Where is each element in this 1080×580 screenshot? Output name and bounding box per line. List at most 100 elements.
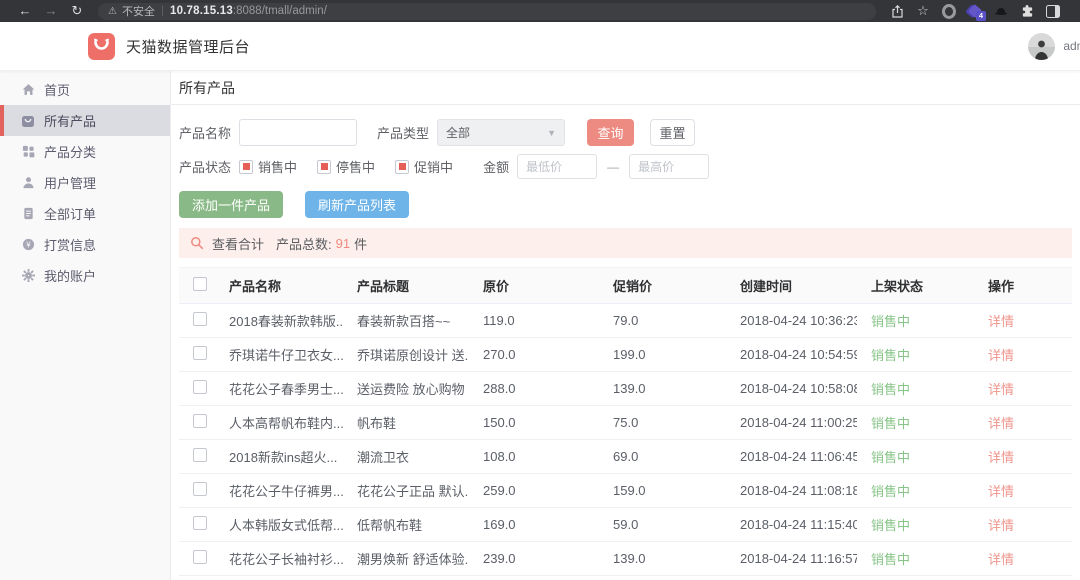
back-icon[interactable]: ←: [12, 0, 38, 22]
bag-icon: [21, 114, 35, 128]
status-badge: 销售中: [857, 304, 974, 338]
record-icon[interactable]: [942, 4, 956, 18]
app-header: 天猫数据管理后台 admin: [0, 22, 1080, 71]
status-checkbox-promo[interactable]: 促销中: [395, 157, 465, 176]
extensions-puzzle-icon[interactable]: [1020, 4, 1034, 18]
side-panel-icon[interactable]: [1046, 4, 1060, 18]
status-badge: 销售中: [857, 474, 974, 508]
table-header-row: 产品名称 产品标题 原价 促销价 创建时间 上架状态 操作: [179, 268, 1072, 304]
select-all-checkbox[interactable]: [193, 277, 207, 291]
table-row: 花花公子牛仔裤男... 花花公子正品 默认... 259.0 159.0 201…: [179, 474, 1072, 508]
sidebar-item-products[interactable]: 所有产品: [0, 105, 170, 136]
product-type-label: 产品类型: [377, 123, 429, 142]
refresh-list-button[interactable]: 刷新产品列表: [305, 191, 409, 218]
column-header: 创建时间: [726, 268, 857, 304]
extension-books-icon[interactable]: 4: [968, 4, 982, 18]
status-badge: 销售中: [857, 338, 974, 372]
detail-link[interactable]: 详情: [988, 518, 1014, 533]
row-checkbox[interactable]: [193, 482, 207, 496]
status-badge: 销售中: [857, 542, 974, 576]
status-checkbox-stopped[interactable]: 停售中: [317, 157, 387, 176]
detail-link[interactable]: 详情: [988, 314, 1014, 329]
column-header: 原价: [469, 268, 599, 304]
forward-icon[interactable]: →: [38, 0, 64, 22]
cell-product-title: 帆布鞋: [343, 406, 469, 440]
page-title: 所有产品: [171, 71, 1080, 105]
cell-promo-price: 159.0: [599, 474, 726, 508]
cell-product-name: 人本韩版女式低帮...: [215, 508, 343, 542]
row-checkbox[interactable]: [193, 380, 207, 394]
status-badge: 销售中: [857, 508, 974, 542]
detail-link[interactable]: 详情: [988, 450, 1014, 465]
cell-created-time: 2018-04-24 10:36:23: [726, 304, 857, 338]
status-checkbox-selling[interactable]: 销售中: [239, 157, 309, 176]
detail-link[interactable]: 详情: [988, 416, 1014, 431]
url-path: :8088/tmall/admin/: [233, 5, 327, 17]
svg-text:¥: ¥: [26, 240, 31, 249]
document-icon: [21, 207, 35, 221]
status-option-label: 销售中: [258, 157, 297, 176]
row-checkbox[interactable]: [193, 448, 207, 462]
product-status-label: 产品状态: [179, 157, 231, 176]
sidebar-item-categories[interactable]: 产品分类: [0, 136, 170, 167]
cell-price: 119.0: [469, 304, 599, 338]
user-menu[interactable]: admin: [1028, 33, 1080, 60]
sidebar-item-rewards[interactable]: ¥ 打赏信息: [0, 229, 170, 260]
search-button[interactable]: 查询: [587, 119, 634, 146]
sidebar-item-label: 我的账户: [44, 266, 96, 285]
cell-created-time: 2018-04-24 10:58:08: [726, 372, 857, 406]
cell-promo-price: 79.0: [599, 576, 726, 580]
row-checkbox[interactable]: [193, 346, 207, 360]
min-price-input[interactable]: [517, 154, 597, 179]
sidebar-item-orders[interactable]: 全部订单: [0, 198, 170, 229]
detail-link[interactable]: 详情: [988, 484, 1014, 499]
sidebar-item-users[interactable]: 用户管理: [0, 167, 170, 198]
product-name-label: 产品名称: [179, 123, 231, 142]
row-checkbox[interactable]: [193, 312, 207, 326]
detail-link[interactable]: 详情: [988, 552, 1014, 567]
sidebar-item-home[interactable]: 首页: [0, 74, 170, 105]
total-label: 产品总数:: [276, 234, 332, 253]
cell-promo-price: 79.0: [599, 304, 726, 338]
cell-promo-price: 139.0: [599, 372, 726, 406]
cell-price: 259.0: [469, 474, 599, 508]
cell-promo-price: 75.0: [599, 406, 726, 440]
detail-link[interactable]: 详情: [988, 348, 1014, 363]
checkbox-icon[interactable]: [317, 160, 331, 174]
table-row: 2018春装新款韩版... 春装新款百搭~~ 119.0 79.0 2018-0…: [179, 304, 1072, 338]
column-header: 产品标题: [343, 268, 469, 304]
row-checkbox[interactable]: [193, 414, 207, 428]
cell-product-title: 花花公子正品 默认...: [343, 474, 469, 508]
max-price-input[interactable]: [629, 154, 709, 179]
column-header: 操作: [974, 268, 1072, 304]
view-total-link[interactable]: 查看合计: [212, 234, 264, 253]
cell-product-title: 潮男焕新 舒适体验...: [343, 542, 469, 576]
cell-product-name: 2018新款ins超火...: [215, 440, 343, 474]
sidebar-item-account[interactable]: 我的账户: [0, 260, 170, 291]
checkbox-icon[interactable]: [239, 160, 253, 174]
address-bar[interactable]: ⚠ 不安全 10.78.15.13 :8088/tmall/admin/: [98, 3, 876, 20]
reload-icon[interactable]: ↻: [64, 0, 90, 22]
product-name-input[interactable]: [239, 119, 357, 146]
gear-icon: [21, 269, 35, 283]
hat-icon[interactable]: [994, 4, 1008, 18]
url-host: 10.78.15.13: [170, 5, 233, 17]
cell-product-name: 乔琪诺牛仔卫衣女...: [215, 338, 343, 372]
row-checkbox[interactable]: [193, 550, 207, 564]
share-icon[interactable]: [890, 4, 904, 18]
checkbox-icon[interactable]: [395, 160, 409, 174]
cell-product-name: 花花公子春季男士...: [215, 372, 343, 406]
product-type-select[interactable]: 全部 ▼: [437, 119, 565, 146]
cell-price: 142.0: [469, 576, 599, 580]
range-separator: —: [607, 160, 619, 174]
detail-link[interactable]: 详情: [988, 382, 1014, 397]
reset-button[interactable]: 重置: [650, 119, 695, 146]
column-header: 上架状态: [857, 268, 974, 304]
sidebar: 首页 所有产品 产品分类 用户管理 全部订单 ¥ 打赏信息 我的账户: [0, 71, 171, 580]
avatar[interactable]: [1028, 33, 1055, 60]
status-badge: 销售中: [857, 406, 974, 440]
add-product-button[interactable]: 添加一件产品: [179, 191, 283, 218]
row-checkbox[interactable]: [193, 516, 207, 530]
bookmark-star-icon[interactable]: ☆: [916, 4, 930, 18]
filter-panel: 产品名称 产品类型 全部 ▼ 查询 重置 产品状态 销售中 停售中: [171, 119, 1080, 179]
